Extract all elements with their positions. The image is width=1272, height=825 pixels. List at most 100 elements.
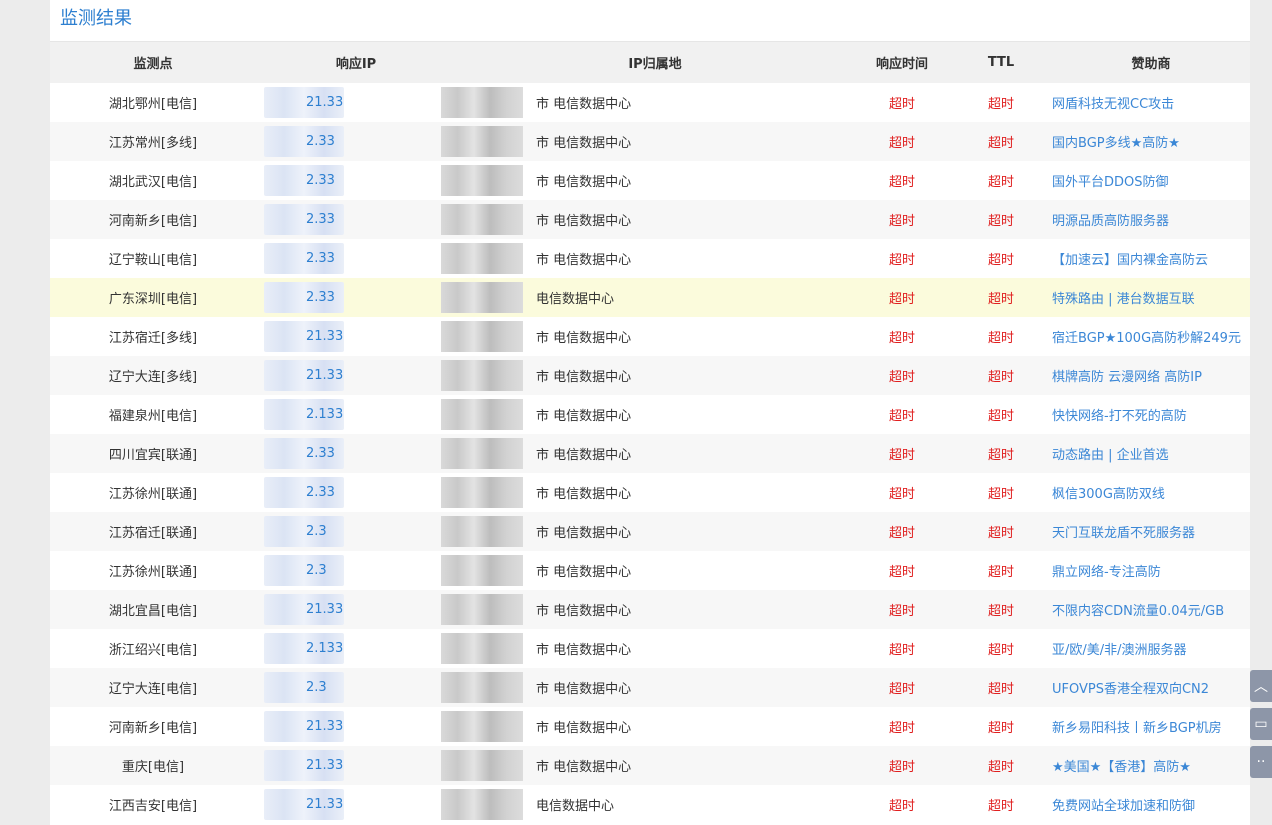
ttl-value: 超时 <box>950 746 1052 785</box>
ip-location: 市 电信数据中心 <box>536 253 632 268</box>
table-row: 湖北宜昌[电信] 21.33 市 电信数据中心 超时 超时 不限内容CDN流量0.04元/… <box>50 590 1250 629</box>
more-button[interactable]: ·· <box>1250 746 1272 778</box>
sponsor-link[interactable]: 特殊路由 | 港台数据互联 <box>1052 292 1195 307</box>
response-ip-link[interactable]: 21.33 <box>306 719 343 734</box>
results-table: 监测点 响应IP IP归属地 响应时间 TTL 赞助商 湖北鄂州[电信] 21.3… <box>50 42 1250 824</box>
monitor-point: 江苏宿迁[联通] <box>50 512 256 551</box>
redaction-mask <box>441 360 523 391</box>
sponsor-link[interactable]: 国外平台DDOS防御 <box>1052 175 1169 190</box>
response-ip-link[interactable]: 2.3 <box>306 563 327 578</box>
sponsor-link[interactable]: 【加速云】国内裸金高防云 <box>1052 253 1208 268</box>
response-ip-link[interactable]: 2.133 <box>306 641 343 656</box>
sponsor-link[interactable]: 动态路由 | 企业首选 <box>1052 448 1169 463</box>
response-ip-link[interactable]: 2.3 <box>306 680 327 695</box>
ttl-value: 超时 <box>987 409 1014 424</box>
response-ip-link[interactable]: 2.33 <box>306 446 335 461</box>
sponsor-link[interactable]: 棋牌高防 云漫网络 高防IP <box>1052 370 1202 385</box>
response-ip-link[interactable]: 2.33 <box>306 251 335 266</box>
col-point: 监测点 <box>50 42 256 83</box>
redaction-mask <box>441 282 523 313</box>
table-row: 江苏徐州[联通] 2.3 市 电信数据中心 超时 超时 鼎立网络-专注高防 <box>50 551 1250 590</box>
table-header: 监测点 响应IP IP归属地 响应时间 TTL 赞助商 <box>50 42 1250 83</box>
sponsor-link[interactable]: 天门互联龙盾不死服务器 <box>1052 526 1195 541</box>
response-ip-link[interactable]: 2.3 <box>306 524 327 539</box>
ttl-value: 超时 <box>987 97 1014 112</box>
monitor-point: 江西吉安[电信] <box>108 799 198 814</box>
sponsor-link[interactable]: 国内BGP多线★高防★ <box>1052 136 1180 151</box>
response-ip-link[interactable]: 2.133 <box>306 407 343 422</box>
sponsor-link[interactable]: 亚/欧/美/非/澳洲服务器 <box>1052 643 1187 658</box>
sponsor-link[interactable]: UFOVPS香港全程双向CN2 <box>1052 682 1209 697</box>
ip-location: 市 电信数据中心 <box>536 526 632 541</box>
monitor-point: 湖北武汉[电信] <box>108 175 198 190</box>
ip-location: 市 电信数据中心 <box>536 370 632 385</box>
sponsor-link[interactable]: 宿迁BGP★100G高防秒解249元 <box>1052 331 1241 346</box>
sponsor-link[interactable]: 新乡易阳科技丨新乡BGP机房 <box>1052 721 1222 736</box>
response-time: 超时 <box>854 668 950 707</box>
ip-location: 市 电信数据中心 <box>536 760 632 775</box>
ttl-value: 超时 <box>950 668 1052 707</box>
redaction-mask <box>441 789 523 820</box>
feedback-button[interactable]: ▭ <box>1250 708 1272 740</box>
response-ip-link[interactable]: 21.33 <box>306 797 343 812</box>
table-row: 辽宁大连[电信] 2.3 市 电信数据中心 超时 超时 UFOVPS香港全程双向CN2 <box>50 668 1250 707</box>
sponsor-link[interactable]: 明源品质高防服务器 <box>1052 214 1169 229</box>
monitor-point: 福建泉州[电信] <box>108 409 198 424</box>
monitor-point: 四川宜宾[联通] <box>50 434 256 473</box>
response-time: 超时 <box>888 253 915 268</box>
ip-location: 市 电信数据中心 <box>536 721 632 736</box>
sponsor-link[interactable]: 免费网站全球加速和防御 <box>1052 799 1195 814</box>
ip-location: 市 电信数据中心 <box>536 175 632 190</box>
response-time: 超时 <box>888 409 915 424</box>
response-time: 超时 <box>854 278 950 317</box>
redaction-mask <box>441 633 523 664</box>
response-ip-link[interactable]: 2.33 <box>306 212 335 227</box>
response-ip-link[interactable]: 21.33 <box>306 602 343 617</box>
redaction-mask <box>441 672 523 703</box>
sponsor-link[interactable]: 网盾科技无视CC攻击 <box>1052 97 1174 112</box>
comment-icon: ▭ <box>1254 716 1268 732</box>
response-ip-link[interactable]: 2.33 <box>306 173 335 188</box>
col-time: 响应时间 <box>854 42 950 83</box>
redaction-mask <box>441 165 523 196</box>
ttl-value: 超时 <box>987 253 1014 268</box>
response-ip-link[interactable]: 21.33 <box>306 95 343 110</box>
ttl-value: 超时 <box>950 512 1052 551</box>
col-sponsor: 赞助商 <box>1052 42 1250 83</box>
table-row: 重庆[电信] 21.33 市 电信数据中心 超时 超时 ★美国★【香港】高防★ <box>50 746 1250 785</box>
response-time: 超时 <box>888 331 915 346</box>
sponsor-link[interactable]: 快快网络-打不死的高防 <box>1052 409 1187 424</box>
response-ip-link[interactable]: 2.33 <box>306 134 335 149</box>
monitor-point: 河南新乡[电信] <box>50 200 256 239</box>
sponsor-link[interactable]: 枫信300G高防双线 <box>1052 487 1165 502</box>
response-ip-link[interactable]: 21.33 <box>306 368 343 383</box>
table-row: 江西吉安[电信] 21.33 电信数据中心 超时 超时 免费网站全球加速和防御 <box>50 785 1250 824</box>
redaction-mask <box>441 126 523 157</box>
ttl-value: 超时 <box>987 331 1014 346</box>
page-title: 监测结果 <box>50 0 1250 42</box>
sponsor-link[interactable]: 鼎立网络-专注高防 <box>1052 565 1161 580</box>
response-ip-link[interactable]: 2.33 <box>306 290 335 305</box>
ttl-value: 超时 <box>987 175 1014 190</box>
back-to-top-button[interactable]: ︿ <box>1250 670 1272 702</box>
ttl-value: 超时 <box>950 590 1052 629</box>
sponsor-link[interactable]: ★美国★【香港】高防★ <box>1052 760 1191 775</box>
table-row: 江苏徐州[联通] 2.33 市 电信数据中心 超时 超时 枫信300G高防双线 <box>50 473 1250 512</box>
redaction-mask <box>441 321 523 352</box>
ttl-value: 超时 <box>950 356 1052 395</box>
table-row: 河南新乡[电信] 2.33 市 电信数据中心 超时 超时 明源品质高防服务器 <box>50 200 1250 239</box>
ttl-value: 超时 <box>987 799 1014 814</box>
ip-location: 电信数据中心 <box>536 292 615 307</box>
ttl-value: 超时 <box>987 721 1014 736</box>
response-ip-link[interactable]: 21.33 <box>306 758 343 773</box>
response-time: 超时 <box>854 512 950 551</box>
response-ip-link[interactable]: 21.33 <box>306 329 343 344</box>
col-location: IP归属地 <box>456 42 854 83</box>
response-ip-link[interactable]: 2.33 <box>306 485 335 500</box>
chevron-up-icon: ︿ <box>1254 679 1268 695</box>
monitor-point: 辽宁鞍山[电信] <box>108 253 198 268</box>
response-time: 超时 <box>888 175 915 190</box>
ttl-value: 超时 <box>950 434 1052 473</box>
sponsor-link[interactable]: 不限内容CDN流量0.04元/GB <box>1052 604 1224 619</box>
response-time: 超时 <box>854 200 950 239</box>
